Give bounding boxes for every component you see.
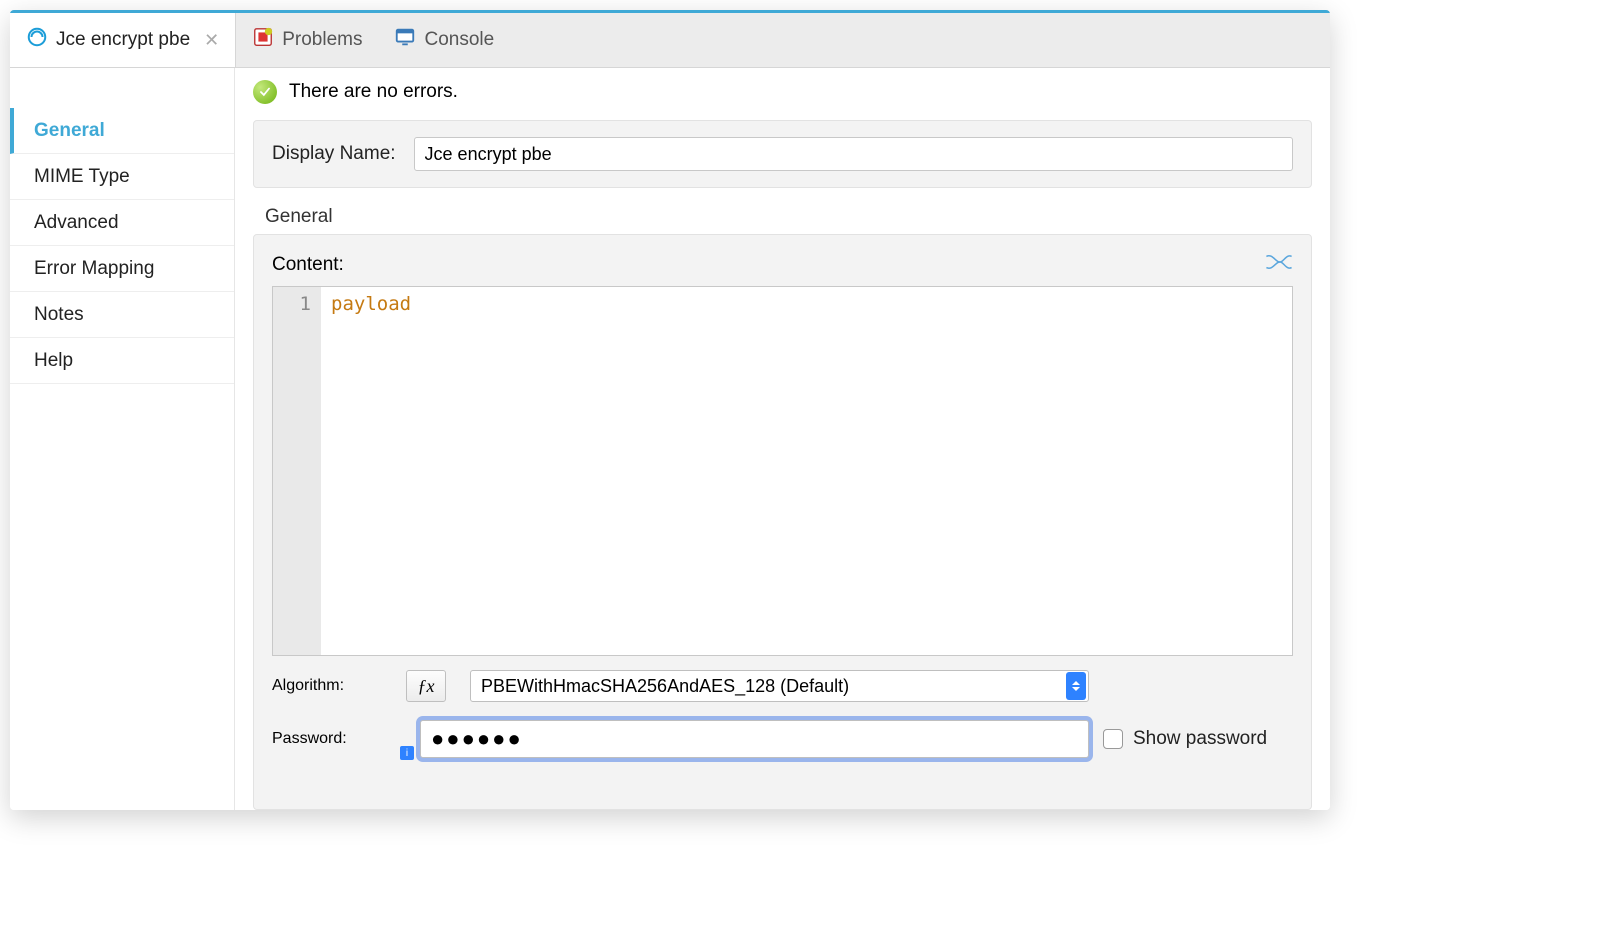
tab-label: Problems bbox=[282, 29, 362, 51]
close-icon[interactable]: ✕ bbox=[204, 30, 219, 51]
mule-icon bbox=[26, 26, 48, 54]
sidebar-item-help[interactable]: Help bbox=[10, 338, 234, 384]
password-input[interactable] bbox=[420, 720, 1089, 758]
editor-gutter: 1 bbox=[273, 287, 321, 655]
info-icon: i bbox=[400, 746, 414, 760]
sidebar-item-label: Help bbox=[34, 350, 73, 372]
problems-icon bbox=[252, 26, 274, 54]
algorithm-select[interactable]: PBEWithHmacSHA256AndAES_128 (Default) bbox=[470, 670, 1089, 702]
section-title: General bbox=[265, 206, 1330, 228]
chevron-up-down-icon bbox=[1066, 672, 1086, 700]
algorithm-value: PBEWithHmacSHA256AndAES_128 (Default) bbox=[481, 676, 849, 697]
sidebar-item-mime-type[interactable]: MIME Type bbox=[10, 154, 234, 200]
fx-button[interactable]: ƒx bbox=[406, 670, 446, 702]
sidebar: General MIME Type Advanced Error Mapping… bbox=[10, 68, 235, 810]
line-number: 1 bbox=[273, 293, 311, 315]
sidebar-item-notes[interactable]: Notes bbox=[10, 292, 234, 338]
sidebar-item-error-mapping[interactable]: Error Mapping bbox=[10, 246, 234, 292]
dataweave-flow-icon[interactable] bbox=[1265, 251, 1293, 278]
main-panel: There are no errors. Display Name: Gener… bbox=[235, 68, 1330, 810]
sidebar-item-label: Error Mapping bbox=[34, 258, 154, 280]
sidebar-item-label: MIME Type bbox=[34, 166, 130, 188]
show-password-label: Show password bbox=[1133, 728, 1267, 750]
sidebar-item-label: Notes bbox=[34, 304, 84, 326]
display-name-input[interactable] bbox=[414, 137, 1293, 171]
tab-bar: Jce encrypt pbe ✕ Problems Conso bbox=[10, 10, 1330, 68]
content-label: Content: bbox=[272, 254, 344, 276]
console-icon bbox=[394, 26, 416, 54]
editor-code[interactable]: payload bbox=[321, 287, 421, 655]
tab-jce-encrypt[interactable]: Jce encrypt pbe ✕ bbox=[10, 13, 236, 67]
general-panel: Content: 1 payload bbox=[253, 234, 1312, 810]
password-wrapper: i bbox=[406, 720, 1089, 758]
password-label: Password: bbox=[272, 730, 392, 748]
show-password-checkbox[interactable] bbox=[1103, 729, 1123, 749]
sidebar-item-general[interactable]: General bbox=[10, 108, 234, 154]
form-grid: Algorithm: ƒx PBEWithHmacSHA256AndAES_12… bbox=[272, 670, 1293, 758]
fx-label: ƒx bbox=[418, 676, 435, 697]
code-token: payload bbox=[331, 293, 411, 315]
show-password-toggle[interactable]: Show password bbox=[1103, 728, 1293, 750]
tab-problems[interactable]: Problems bbox=[236, 13, 378, 67]
tab-label: Console bbox=[424, 29, 494, 51]
code-editor[interactable]: 1 payload bbox=[272, 286, 1293, 656]
success-check-icon bbox=[253, 80, 277, 104]
sidebar-item-label: General bbox=[34, 120, 105, 142]
display-name-label: Display Name: bbox=[272, 143, 396, 165]
config-window: Jce encrypt pbe ✕ Problems Conso bbox=[10, 10, 1330, 810]
display-name-block: Display Name: bbox=[253, 120, 1312, 188]
tab-label: Jce encrypt pbe bbox=[56, 29, 190, 51]
content-header: Content: bbox=[272, 251, 1293, 278]
algorithm-label: Algorithm: bbox=[272, 677, 392, 695]
content-area: General MIME Type Advanced Error Mapping… bbox=[10, 68, 1330, 810]
status-message: There are no errors. bbox=[289, 81, 458, 103]
sidebar-item-label: Advanced bbox=[34, 212, 119, 234]
status-row: There are no errors. bbox=[235, 68, 1330, 116]
tab-console[interactable]: Console bbox=[378, 13, 510, 67]
sidebar-item-advanced[interactable]: Advanced bbox=[10, 200, 234, 246]
